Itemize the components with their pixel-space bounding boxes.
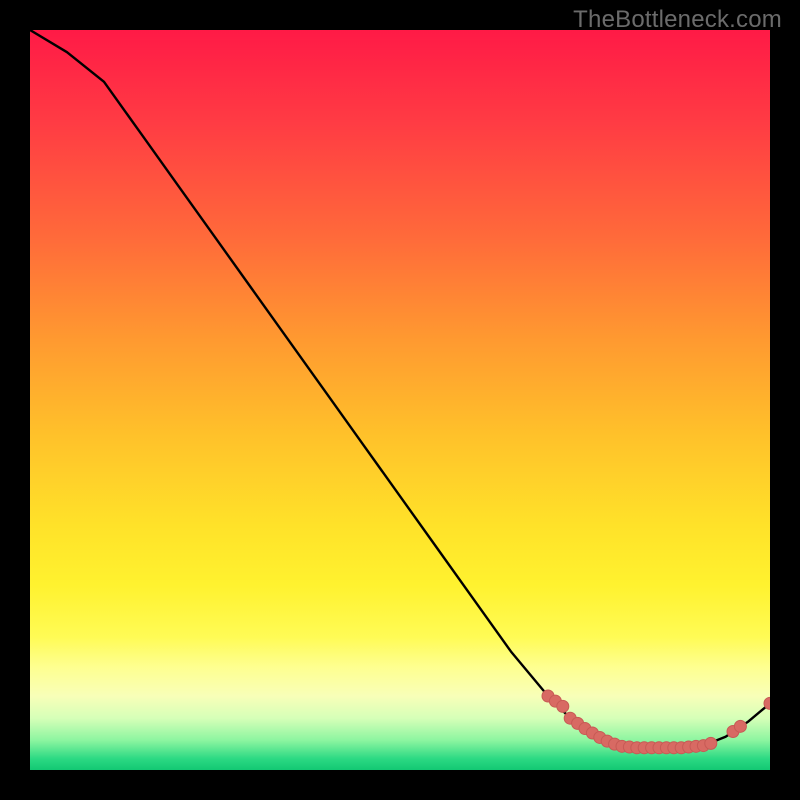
bottleneck-curve: [30, 30, 770, 748]
chart-svg: [30, 30, 770, 770]
plot-area: [30, 30, 770, 770]
curve-line-group: [30, 30, 770, 748]
curve-marker: [705, 737, 717, 749]
chart-frame: TheBottleneck.com: [0, 0, 800, 800]
curve-marker: [734, 720, 746, 732]
marker-group: [542, 690, 770, 754]
curve-marker: [557, 700, 569, 712]
